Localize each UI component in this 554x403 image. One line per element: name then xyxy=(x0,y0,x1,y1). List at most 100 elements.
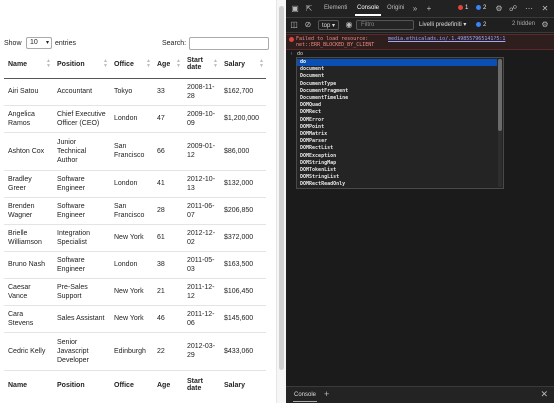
clear-console-icon[interactable]: ⊘ xyxy=(303,20,313,30)
gear-icon[interactable]: ⚙ xyxy=(494,4,504,14)
autocomplete-scrollbar[interactable] xyxy=(498,59,502,187)
autocomplete-item[interactable]: DOMMatrix xyxy=(297,131,497,138)
tab-console[interactable]: Console xyxy=(354,5,382,16)
cell-position: Senior Javascript Developer xyxy=(53,332,110,371)
cell-office: London xyxy=(110,170,153,198)
cell-salary: $372,000 xyxy=(220,224,266,252)
cell-age: 22 xyxy=(153,332,183,371)
column-header-office[interactable]: Office ▲ ▼ xyxy=(110,51,153,79)
cell-position: Chief Executive Officer (CEO) xyxy=(53,105,110,133)
cell-office: London xyxy=(110,105,153,133)
error-icon xyxy=(289,37,294,42)
autocomplete-item[interactable]: Document xyxy=(297,73,497,80)
column-header-salary[interactable]: Salary ▲ ▼ xyxy=(220,51,266,79)
cell-salary: $206,850 xyxy=(220,197,266,225)
column-header-position[interactable]: Position ▲ ▼ xyxy=(53,51,110,79)
autocomplete-item[interactable]: DOMException xyxy=(297,153,497,160)
cell-name: Cara Stevens xyxy=(4,305,53,333)
cell-office: Tokyo xyxy=(110,78,153,106)
cell-start-date: 2011-12-12 xyxy=(183,278,220,306)
cell-office: San Francisco xyxy=(110,197,153,225)
close-drawer-icon[interactable]: ✕ xyxy=(540,389,548,400)
page-scrollbar[interactable] xyxy=(276,0,286,403)
autocomplete-item[interactable]: DOMPoint xyxy=(297,124,497,131)
close-icon[interactable]: ✕ xyxy=(540,4,550,14)
cell-age: 61 xyxy=(153,224,183,252)
cell-office: New York xyxy=(110,224,153,252)
error-source-link[interactable]: media.ethicalads.io/.1.498557965141?5:1 xyxy=(388,36,505,42)
filter-input[interactable]: Filtro xyxy=(356,20,414,30)
inspect-icon[interactable]: ⇱ xyxy=(304,4,314,14)
cell-position: Integration Specialist xyxy=(53,224,110,252)
autocomplete-item[interactable]: do xyxy=(297,59,497,66)
autocomplete-item[interactable]: DOMQuad xyxy=(297,102,497,109)
more-tabs-icon[interactable]: » xyxy=(410,4,420,14)
sort-icon: ▲ ▼ xyxy=(46,58,51,70)
eye-icon[interactable]: ◉ xyxy=(344,20,354,30)
cell-office: London xyxy=(110,251,153,279)
autocomplete-item[interactable]: DOMRect xyxy=(297,109,497,116)
autocomplete-scrollbar-thumb[interactable] xyxy=(498,59,502,131)
cell-salary: $162,700 xyxy=(220,78,266,106)
table-row: Ashton Cox Junior Technical Author San Fra… xyxy=(4,132,266,171)
gear-icon[interactable]: ⚙ xyxy=(540,20,550,30)
autocomplete-item[interactable]: DocumentType xyxy=(297,81,497,88)
tab-elements[interactable]: Elementi xyxy=(324,5,347,11)
entries-select[interactable]: 10 ▾ xyxy=(26,37,52,49)
search-label: Search: xyxy=(162,40,187,47)
table-row: Brenden Wagner Software Engineer San Franc… xyxy=(4,197,266,225)
cell-name: Ashton Cox xyxy=(4,132,53,171)
tab-sources[interactable]: Origini xyxy=(387,5,404,11)
autocomplete-item[interactable]: DOMParser xyxy=(297,138,497,145)
autocomplete-item[interactable]: document xyxy=(297,66,497,73)
autocomplete-item[interactable]: DOMTokenList xyxy=(297,167,497,174)
autocomplete-item[interactable]: DOMRectList xyxy=(297,145,497,152)
table-row: Bruno Nash Software Engineer London 38 2011-… xyxy=(4,251,266,279)
footer-position: Position xyxy=(53,369,110,400)
sidebar-toggle-icon[interactable]: ◫ xyxy=(289,20,299,30)
autocomplete-item[interactable]: DocumentTimeline xyxy=(297,95,497,102)
console-drawer: Console + ✕ xyxy=(286,386,554,403)
console-toolbar: ◫ ⊘ top ▾ ◉ Filtro Livelli predefiniti ▾… xyxy=(286,18,554,33)
autocomplete-item[interactable]: DocumentFragment xyxy=(297,88,497,95)
devtools-tabbar: ▣ ⇱ Elementi Console Origini » + 1 2 ⚙ ☍… xyxy=(286,0,554,18)
column-header-start-date[interactable]: Start date ▲ ▼ xyxy=(183,51,220,79)
footer-start-date: Start date xyxy=(183,369,220,400)
connection-icon[interactable]: ☍ xyxy=(508,4,518,14)
datatable-page: Show 10 ▾ entries Search: Name ▲ ▼ Positio… xyxy=(0,0,286,403)
add-tab-icon[interactable]: + xyxy=(424,4,434,14)
issues-badge[interactable]: 2 xyxy=(474,4,488,13)
issues-dot-icon xyxy=(476,4,481,10)
cell-position: Junior Technical Author xyxy=(53,132,110,171)
context-select[interactable]: top ▾ xyxy=(318,20,340,30)
column-header-name[interactable]: Name ▲ ▼ xyxy=(4,51,53,79)
cell-name: Airi Satou xyxy=(4,78,53,106)
device-toolbar-icon[interactable]: ▣ xyxy=(290,4,300,14)
autocomplete-item[interactable]: DOMStringMap xyxy=(297,160,497,167)
autocomplete-item[interactable]: DOMStringList xyxy=(297,174,497,181)
add-drawer-tab-icon[interactable]: + xyxy=(324,389,329,399)
more-menu-icon[interactable]: ⋯ xyxy=(524,4,534,14)
table-footer-row: Name Position Office Age Start date Sala… xyxy=(4,369,266,400)
drawer-tab-console[interactable]: Console xyxy=(292,392,318,402)
footer-office: Office xyxy=(110,369,153,400)
column-header-age[interactable]: Age ▲ ▼ xyxy=(153,51,183,79)
cell-age: 21 xyxy=(153,278,183,306)
cell-salary: $145,600 xyxy=(220,305,266,333)
devtools-panel: ▣ ⇱ Elementi Console Origini » + 1 2 ⚙ ☍… xyxy=(286,0,554,403)
cell-name: Angelica Ramos xyxy=(4,105,53,133)
sort-icon: ▲ ▼ xyxy=(146,58,151,70)
page-scrollbar-thumb[interactable] xyxy=(279,6,284,370)
error-badge[interactable]: 1 xyxy=(456,4,470,13)
cell-office: New York xyxy=(110,305,153,333)
cell-age: 47 xyxy=(153,105,183,133)
cell-start-date: 2009-01-12 xyxy=(183,132,220,171)
levels-dropdown[interactable]: Livelli predefiniti ▾ xyxy=(419,20,466,30)
table-row: Brielle Williamson Integration Specialist… xyxy=(4,224,266,252)
cell-name: Caesar Vance xyxy=(4,278,53,306)
autocomplete-item[interactable]: DOMError xyxy=(297,117,497,124)
search-input[interactable] xyxy=(189,37,269,50)
console-error-message[interactable]: Failed to load resource: net::ERR_BLOCKE… xyxy=(286,34,554,50)
issues-counter[interactable]: 2 xyxy=(476,20,486,30)
autocomplete-item[interactable]: DOMRectReadOnly xyxy=(297,181,497,188)
